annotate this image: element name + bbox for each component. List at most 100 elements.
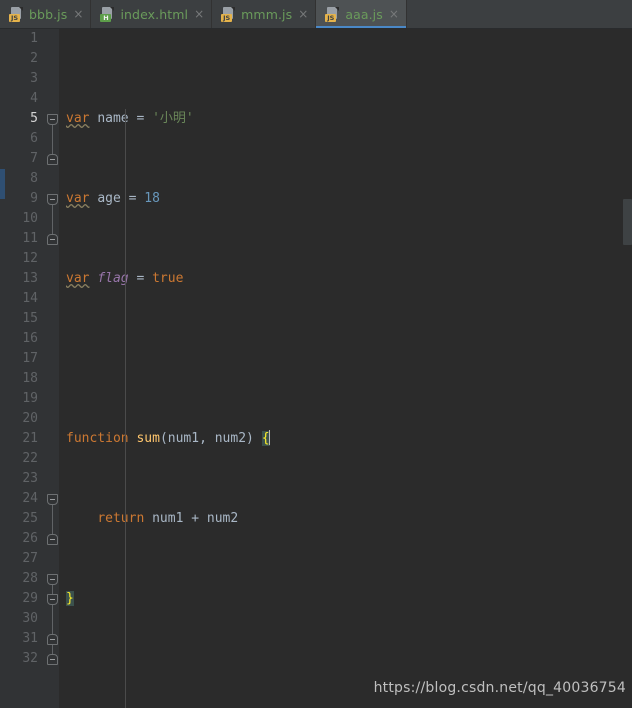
line-number: 32 bbox=[22, 651, 38, 666]
tab-mmm-js[interactable]: JS mmm.js × bbox=[212, 0, 317, 28]
code-folding-gutter[interactable] bbox=[46, 29, 59, 708]
line-number: 15 bbox=[22, 311, 38, 326]
fold-marker[interactable] bbox=[47, 574, 58, 585]
token-global-var: flag bbox=[97, 271, 129, 286]
token-keyword: true bbox=[152, 271, 184, 286]
line-number: 13 bbox=[22, 271, 38, 286]
fold-region-line bbox=[52, 599, 53, 639]
fold-marker[interactable] bbox=[47, 194, 58, 205]
token-identifier: num1 bbox=[152, 511, 184, 526]
line-number: 9 bbox=[30, 191, 38, 206]
line-number: 26 bbox=[22, 531, 38, 546]
tab-label: bbb.js bbox=[29, 6, 68, 22]
js-file-icon: JS bbox=[325, 6, 340, 22]
token-keyword: var bbox=[66, 111, 90, 126]
tab-bbb-js[interactable]: JS bbb.js × bbox=[0, 0, 92, 28]
fold-marker[interactable] bbox=[47, 154, 58, 165]
fold-marker[interactable] bbox=[47, 594, 58, 605]
html-file-icon: H bbox=[100, 6, 115, 22]
token-identifier: num2 bbox=[206, 511, 239, 526]
line-number: 6 bbox=[30, 131, 38, 146]
fold-region-line bbox=[52, 499, 53, 539]
token-keyword: var bbox=[66, 271, 90, 286]
code-line: var flag = true bbox=[66, 271, 184, 286]
line-number: 4 bbox=[30, 91, 38, 106]
line-number: 21 bbox=[22, 431, 38, 446]
code-line: return num1 + num2 bbox=[97, 511, 239, 526]
vcs-change-strip bbox=[0, 29, 5, 708]
line-number: 12 bbox=[22, 251, 38, 266]
line-number-gutter: 1 2 3 4 5 6 7 8 9 10 11 12 13 14 15 16 17 18 19 20 21 22 23 24 2… bbox=[5, 29, 46, 708]
code-editor[interactable]: 1 2 3 4 5 6 7 8 9 10 11 12 13 14 15 16 17 18 19 20 21 22 23 24 2… bbox=[0, 29, 632, 708]
token-string: '小明' bbox=[152, 111, 194, 126]
line-number: 11 bbox=[22, 231, 38, 246]
fold-marker[interactable] bbox=[47, 634, 58, 645]
text-caret bbox=[268, 430, 270, 445]
line-number: 14 bbox=[22, 291, 38, 306]
line-number: 17 bbox=[22, 351, 38, 366]
html-file-icon-badge: H bbox=[100, 13, 112, 22]
line-number: 7 bbox=[30, 151, 38, 166]
line-number: 25 bbox=[22, 511, 38, 526]
line-number: 1 bbox=[30, 31, 38, 46]
fold-marker[interactable] bbox=[47, 234, 58, 245]
line-number: 5 bbox=[30, 111, 38, 126]
line-number: 8 bbox=[30, 171, 38, 186]
watermark-text: https://blog.csdn.net/qq_40036754 bbox=[373, 680, 626, 696]
close-icon[interactable]: × bbox=[193, 8, 204, 20]
fold-marker[interactable] bbox=[47, 534, 58, 545]
token-number: 18 bbox=[144, 191, 160, 206]
js-file-icon: JS bbox=[221, 6, 236, 22]
close-icon[interactable]: × bbox=[72, 8, 83, 20]
fold-marker[interactable] bbox=[47, 494, 58, 505]
line-number: 18 bbox=[22, 371, 38, 386]
tab-index-html[interactable]: H index.html × bbox=[91, 0, 213, 28]
tab-label: index.html bbox=[120, 6, 189, 22]
matched-brace: } bbox=[66, 591, 74, 606]
indent-guide bbox=[125, 109, 126, 708]
line-number: 22 bbox=[22, 451, 38, 466]
tab-label: aaa.js bbox=[345, 6, 383, 22]
line-number: 19 bbox=[22, 391, 38, 406]
close-icon[interactable]: × bbox=[297, 8, 308, 20]
fold-marker[interactable] bbox=[47, 114, 58, 125]
code-line: function sum(num1, num2) { bbox=[66, 430, 270, 446]
line-number: 2 bbox=[30, 51, 38, 66]
code-line: var age = 18 bbox=[66, 191, 160, 206]
fold-marker[interactable] bbox=[47, 654, 58, 665]
line-number: 24 bbox=[22, 491, 38, 506]
line-number: 20 bbox=[22, 411, 38, 426]
line-number: 28 bbox=[22, 571, 38, 586]
line-number: 23 bbox=[22, 471, 38, 486]
token-identifier: age bbox=[97, 191, 121, 206]
line-number: 16 bbox=[22, 331, 38, 346]
line-number: 3 bbox=[30, 71, 38, 86]
vertical-scrollbar-thumb[interactable] bbox=[623, 199, 632, 245]
code-line: } bbox=[66, 589, 632, 609]
line-number: 10 bbox=[22, 211, 38, 226]
js-file-icon-badge: JS bbox=[9, 13, 20, 22]
tab-aaa-js[interactable]: JS aaa.js × bbox=[316, 0, 407, 28]
line-number: 27 bbox=[22, 551, 38, 566]
code-content[interactable]: var name = '小明' var age = 18 var flag = … bbox=[59, 29, 632, 708]
fold-region-line bbox=[52, 119, 53, 159]
close-icon[interactable]: × bbox=[388, 8, 399, 20]
code-line: var name = '小明' bbox=[66, 111, 194, 126]
js-file-icon: JS bbox=[9, 6, 24, 22]
js-file-icon-badge: JS bbox=[221, 13, 233, 22]
tab-label: mmm.js bbox=[241, 6, 293, 22]
token-param: num1 bbox=[167, 431, 200, 446]
token-keyword: function bbox=[66, 431, 129, 446]
line-number: 31 bbox=[22, 631, 38, 646]
vcs-change-marker[interactable] bbox=[0, 169, 5, 199]
token-keyword: return bbox=[97, 511, 145, 526]
token-function-name: sum bbox=[136, 431, 160, 446]
line-number: 29 bbox=[22, 591, 38, 606]
fold-region-line bbox=[52, 199, 53, 239]
token-keyword: var bbox=[66, 191, 90, 206]
token-param: num2 bbox=[214, 431, 247, 446]
token-identifier: name bbox=[97, 111, 129, 126]
line-number: 30 bbox=[22, 611, 38, 626]
editor-tab-bar: JS bbb.js × H index.html × JS mmm.js × J… bbox=[0, 0, 632, 29]
js-file-icon-badge: JS bbox=[325, 13, 337, 22]
